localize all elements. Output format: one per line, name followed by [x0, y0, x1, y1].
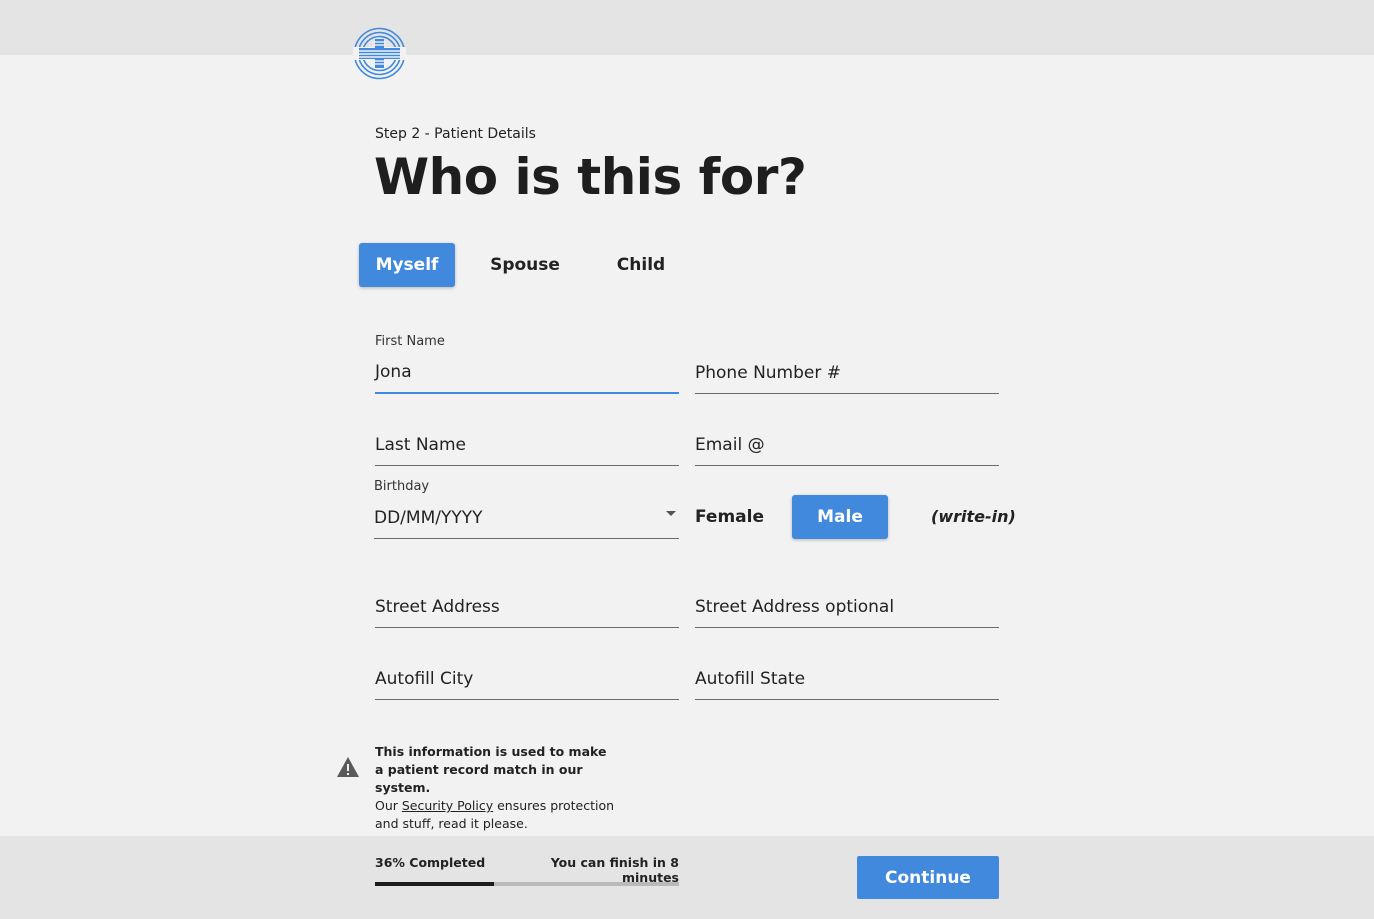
last-name-underline: [375, 465, 679, 466]
progress-label: 36% Completed: [375, 855, 486, 870]
state-underline: [695, 699, 999, 700]
birthday-underline: [374, 538, 679, 539]
continue-button[interactable]: Continue: [857, 856, 999, 899]
birthday-label: Birthday: [374, 479, 430, 494]
birthday-select[interactable]: Birthday DD/MM/YYYY: [374, 477, 679, 541]
progress-bar-fill: [375, 882, 494, 886]
state-placeholder[interactable]: Autofill State: [695, 669, 805, 689]
email-field[interactable]: Email @: [695, 404, 999, 468]
progress-bar: [375, 882, 679, 886]
notice-prefix: Our: [375, 798, 402, 813]
first-name-field[interactable]: First Name Jona: [375, 332, 679, 396]
street-address-optional-field[interactable]: Street Address optional: [695, 566, 999, 630]
gender-male-button[interactable]: Male: [792, 495, 888, 539]
street-address-field[interactable]: Street Address: [375, 566, 679, 630]
street-address-underline: [375, 627, 679, 628]
notice-suffix: ensures protection: [493, 798, 615, 813]
first-name-value[interactable]: Jona: [375, 362, 412, 382]
page-title: Who is this for?: [374, 148, 807, 206]
eta-label: You can finish in 8 minutes: [550, 855, 679, 885]
first-name-underline: [375, 392, 679, 394]
phone-field[interactable]: Phone Number #: [695, 332, 999, 396]
step-label: Step 2 - Patient Details: [375, 126, 536, 142]
gender-write-in-option[interactable]: (write-in): [931, 507, 1016, 526]
email-underline: [695, 465, 999, 466]
first-name-label: First Name: [375, 334, 445, 349]
privacy-notice: This information is used to make a patie…: [375, 743, 635, 833]
city-placeholder[interactable]: Autofill City: [375, 669, 473, 689]
street-address-optional-placeholder[interactable]: Street Address optional: [695, 597, 894, 617]
chevron-down-icon[interactable]: [666, 511, 676, 516]
notice-bold-line-2: a patient record match in our system.: [375, 762, 583, 795]
notice-bold-line-1: This information is used to make: [375, 744, 607, 759]
recipient-child-button[interactable]: Child: [598, 243, 684, 287]
recipient-spouse-button[interactable]: Spouse: [478, 243, 572, 287]
medical-cross-logo-icon: [353, 27, 406, 80]
warning-icon: [337, 757, 359, 777]
notice-line-4: and stuff, read it please.: [375, 816, 528, 831]
state-field[interactable]: Autofill State: [695, 638, 999, 702]
top-bar: [0, 0, 1374, 55]
recipient-myself-button[interactable]: Myself: [359, 243, 455, 287]
birthday-placeholder[interactable]: DD/MM/YYYY: [374, 508, 483, 528]
gender-female-option[interactable]: Female: [695, 507, 764, 527]
last-name-placeholder[interactable]: Last Name: [375, 435, 466, 455]
street-address-optional-underline: [695, 627, 999, 628]
city-field[interactable]: Autofill City: [375, 638, 679, 702]
last-name-field[interactable]: Last Name: [375, 404, 679, 468]
city-underline: [375, 699, 679, 700]
street-address-placeholder[interactable]: Street Address: [375, 597, 500, 617]
phone-underline: [695, 393, 999, 394]
phone-placeholder[interactable]: Phone Number #: [695, 363, 841, 383]
email-placeholder[interactable]: Email @: [695, 435, 765, 455]
security-policy-link[interactable]: Security Policy: [402, 798, 493, 813]
footer-bar: [0, 836, 1374, 919]
